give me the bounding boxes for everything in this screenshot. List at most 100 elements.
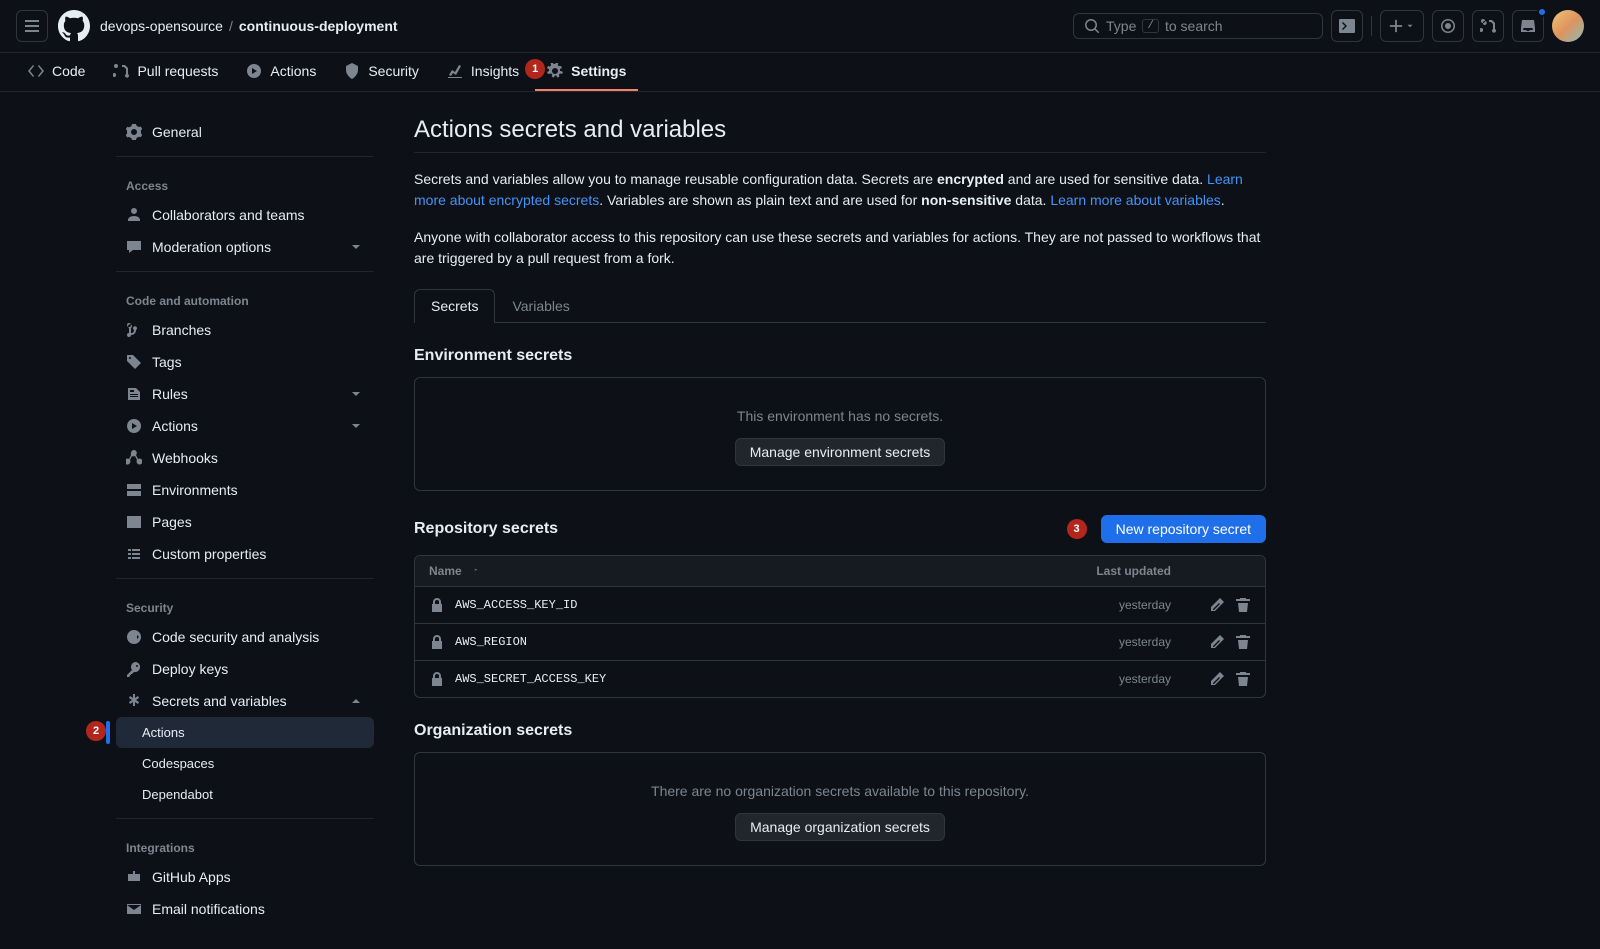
manage-environment-secrets-button[interactable]: Manage environment secrets bbox=[735, 438, 946, 466]
github-logo-icon[interactable] bbox=[58, 10, 90, 42]
sidebar-group-integrations: Integrations bbox=[116, 827, 374, 861]
sidebar-custom-properties[interactable]: Custom properties bbox=[116, 538, 374, 570]
label: Code security and analysis bbox=[152, 629, 319, 645]
intro-paragraph-2: Anyone with collaborator access to this … bbox=[414, 227, 1266, 269]
code-icon bbox=[28, 63, 44, 79]
tab-code[interactable]: Code bbox=[16, 53, 97, 91]
breadcrumb: devops-opensource / continuous-deploymen… bbox=[100, 18, 398, 34]
label: Actions bbox=[152, 418, 198, 434]
user-avatar[interactable] bbox=[1552, 10, 1584, 42]
webhook-icon bbox=[126, 450, 142, 466]
terminal-icon bbox=[1339, 18, 1355, 34]
sidebar-deploy-keys[interactable]: Deploy keys bbox=[116, 653, 374, 685]
sidebar-general-label: General bbox=[152, 124, 202, 140]
label: Tags bbox=[152, 354, 182, 370]
secret-updated: yesterday bbox=[1031, 598, 1171, 612]
column-updated-header: Last updated bbox=[1031, 564, 1171, 578]
topbar: devops-opensource / continuous-deploymen… bbox=[0, 0, 1600, 53]
repository-secrets-heading: Repository secrets bbox=[414, 520, 558, 538]
tab-variables[interactable]: Variables bbox=[495, 289, 586, 322]
secret-name: AWS_SECRET_ACCESS_KEY bbox=[429, 671, 1031, 687]
tag-icon bbox=[126, 354, 142, 370]
sidebar-rules[interactable]: Rules bbox=[116, 378, 374, 410]
link-variables[interactable]: Learn more about variables bbox=[1050, 192, 1220, 208]
tab-secrets[interactable]: Secrets bbox=[414, 289, 495, 323]
environment-secrets-heading: Environment secrets bbox=[414, 347, 572, 365]
tab-insights[interactable]: Insights 1 bbox=[435, 53, 531, 91]
label: Actions bbox=[142, 725, 185, 740]
play-icon bbox=[126, 418, 142, 434]
create-new-button[interactable] bbox=[1380, 10, 1424, 42]
edit-icon[interactable] bbox=[1209, 671, 1225, 687]
repository-secrets-header: Repository secrets 3 New repository secr… bbox=[414, 515, 1266, 543]
sidebar-tags[interactable]: Tags bbox=[116, 346, 374, 378]
label: Environments bbox=[152, 482, 238, 498]
sidebar-github-apps[interactable]: GitHub Apps bbox=[116, 861, 374, 893]
sidebar-secrets-variables[interactable]: Secrets and variables bbox=[116, 685, 374, 717]
text: . bbox=[1221, 192, 1225, 208]
pull-request-icon bbox=[1480, 18, 1496, 34]
sidebar-secrets-codespaces[interactable]: Codespaces bbox=[116, 748, 374, 779]
text-bold: encrypted bbox=[937, 171, 1004, 187]
sidebar-collaborators[interactable]: Collaborators and teams bbox=[116, 199, 374, 231]
sidebar-email-notifications[interactable]: Email notifications bbox=[116, 893, 374, 925]
sidebar-general[interactable]: General bbox=[116, 116, 374, 148]
organization-secrets-panel: There are no organization secrets availa… bbox=[414, 752, 1266, 866]
label: Collaborators and teams bbox=[152, 207, 305, 223]
notification-dot bbox=[1537, 7, 1547, 17]
organization-empty-text: There are no organization secrets availa… bbox=[435, 783, 1245, 799]
edit-icon[interactable] bbox=[1209, 597, 1225, 613]
sidebar-code-security[interactable]: Code security and analysis bbox=[116, 621, 374, 653]
text-bold: non-sensitive bbox=[921, 192, 1011, 208]
pull-requests-button[interactable] bbox=[1472, 10, 1504, 42]
tab-security[interactable]: Security bbox=[332, 53, 431, 91]
sort-icon bbox=[466, 565, 478, 577]
rules-icon bbox=[126, 386, 142, 402]
sidebar-pages[interactable]: Pages bbox=[116, 506, 374, 538]
sidebar-actions[interactable]: Actions bbox=[116, 410, 374, 442]
delete-icon[interactable] bbox=[1235, 634, 1251, 650]
hamburger-menu-button[interactable] bbox=[16, 10, 48, 42]
codescan-icon bbox=[126, 629, 142, 645]
branch-icon bbox=[126, 322, 142, 338]
tab-settings[interactable]: Settings bbox=[535, 53, 638, 91]
sidebar-secrets-actions[interactable]: Actions bbox=[116, 717, 374, 748]
browser-icon bbox=[126, 514, 142, 530]
label: Webhooks bbox=[152, 450, 218, 466]
lock-icon bbox=[429, 634, 445, 650]
label: Dependabot bbox=[142, 787, 213, 802]
sidebar-webhooks[interactable]: Webhooks bbox=[116, 442, 374, 474]
column-name-header[interactable]: Name bbox=[429, 564, 1031, 578]
main-content: Actions secrets and variables Secrets an… bbox=[390, 116, 1290, 925]
gear-icon bbox=[126, 124, 142, 140]
chevron-down-icon bbox=[348, 239, 364, 255]
sidebar-secrets-dependabot[interactable]: Dependabot bbox=[116, 779, 374, 810]
manage-organization-secrets-button[interactable]: Manage organization secrets bbox=[735, 813, 945, 841]
delete-icon[interactable] bbox=[1235, 597, 1251, 613]
command-palette-button[interactable] bbox=[1331, 10, 1363, 42]
edit-icon[interactable] bbox=[1209, 634, 1225, 650]
sidebar-branches[interactable]: Branches bbox=[116, 314, 374, 346]
sidebar-group-code: Code and automation bbox=[116, 280, 374, 314]
breadcrumb-repo[interactable]: continuous-deployment bbox=[239, 18, 398, 34]
hamburger-icon bbox=[24, 18, 40, 34]
topbar-left: devops-opensource / continuous-deploymen… bbox=[16, 10, 398, 42]
breadcrumb-owner[interactable]: devops-opensource bbox=[100, 18, 223, 34]
tab-code-label: Code bbox=[52, 63, 85, 79]
search-box[interactable]: Type / to search bbox=[1073, 13, 1323, 39]
table-row: AWS_ACCESS_KEY_ID yesterday bbox=[415, 587, 1265, 624]
sidebar-environments[interactable]: Environments bbox=[116, 474, 374, 506]
settings-sidebar: General Access Collaborators and teams M… bbox=[100, 116, 390, 925]
table-row: AWS_REGION yesterday bbox=[415, 624, 1265, 661]
issues-button[interactable] bbox=[1432, 10, 1464, 42]
tab-actions[interactable]: Actions bbox=[234, 53, 328, 91]
sidebar-moderation[interactable]: Moderation options bbox=[116, 231, 374, 263]
annotation-badge-3: 3 bbox=[1067, 519, 1087, 539]
tab-pulls-label: Pull requests bbox=[137, 63, 218, 79]
tab-pull-requests[interactable]: Pull requests bbox=[101, 53, 230, 91]
delete-icon[interactable] bbox=[1235, 671, 1251, 687]
text: Secrets and variables allow you to manag… bbox=[414, 171, 937, 187]
new-repository-secret-button[interactable]: New repository secret bbox=[1101, 515, 1266, 543]
sidebar-group-access: Access bbox=[116, 165, 374, 199]
secret-updated: yesterday bbox=[1031, 672, 1171, 686]
